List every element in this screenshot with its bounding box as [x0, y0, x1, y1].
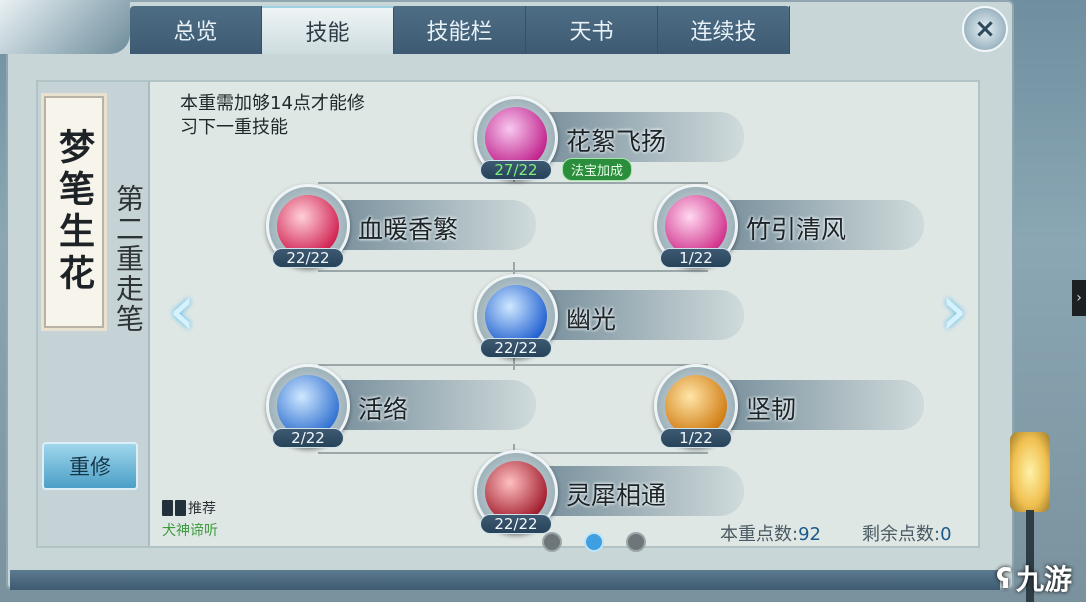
page-indicator — [542, 532, 646, 552]
book-icon — [162, 500, 186, 516]
skill-node[interactable]: 竹引清风 1/22 — [654, 184, 954, 268]
next-page-arrow[interactable]: › — [932, 270, 976, 350]
reset-button[interactable]: 重修 — [42, 442, 138, 490]
tab-skills[interactable]: 技能 — [262, 6, 394, 54]
tab-bar: 总览 技能 技能栏 天书 连续技 — [130, 6, 790, 54]
watermark-logo-icon: ʕ — [996, 561, 1013, 595]
skill-level: 22/22 — [480, 514, 552, 534]
skill-name: 竹引清风 — [746, 215, 847, 244]
skill-level: 2/22 — [272, 428, 344, 448]
skill-node[interactable]: 花絮飞扬 27/22 法宝加成 — [474, 96, 774, 181]
tier-points: 本重点数:92 — [720, 520, 821, 546]
page-dot[interactable] — [542, 532, 562, 552]
remaining-points-label: 剩余点数: — [862, 524, 941, 545]
side-drawer-handle[interactable]: › — [1072, 280, 1086, 316]
recommend-text: 推荐 — [188, 501, 216, 517]
skill-node[interactable]: 坚韧 1/22 — [654, 364, 954, 448]
skill-name: 花絮飞扬 — [566, 127, 667, 156]
skill-node[interactable]: 幽光 22/22 — [474, 274, 774, 358]
skill-level: 22/22 — [272, 248, 344, 268]
recommend-label[interactable]: 推荐 — [162, 498, 216, 518]
requirement-text: 本重需加够14点才能修习下一重技能 — [180, 93, 365, 138]
tier-points-label: 本重点数: — [720, 524, 799, 545]
close-button[interactable]: × — [962, 6, 1008, 52]
skill-node[interactable]: 活络 2/22 — [266, 364, 566, 448]
tab-overview[interactable]: 总览 — [130, 6, 262, 54]
window-bottom-edge — [10, 570, 1000, 590]
tab-skill-bar[interactable]: 技能栏 — [394, 6, 526, 54]
skill-name: 坚韧 — [746, 395, 797, 424]
skill-level: 27/22 — [480, 160, 552, 180]
tier-title: 第二重走笔 — [112, 184, 145, 334]
site-watermark: ʕ 九游 — [996, 558, 1072, 598]
remaining-points: 剩余点数:0 — [862, 520, 952, 546]
skill-name: 幽光 — [566, 305, 617, 334]
lantern-decoration — [1010, 432, 1050, 512]
tab-combo-skills[interactable]: 连续技 — [658, 6, 790, 54]
school-title: 梦笔生花 — [53, 128, 95, 296]
school-scroll: 梦笔生花 — [44, 96, 104, 328]
skill-node[interactable]: 血暖香繁 22/22 — [266, 184, 566, 268]
remaining-points-value: 0 — [940, 524, 952, 545]
skill-level: 1/22 — [660, 428, 732, 448]
artifact-bonus-badge: 法宝加成 — [562, 158, 633, 181]
tab-heavenly-book[interactable]: 天书 — [526, 6, 658, 54]
close-icon: × — [974, 14, 996, 44]
window-corner-ornament — [0, 0, 130, 54]
page-dot[interactable] — [626, 532, 646, 552]
tier-points-value: 92 — [798, 524, 821, 545]
skill-name: 灵犀相通 — [566, 481, 667, 510]
skill-level: 22/22 — [480, 338, 552, 358]
recommend-value[interactable]: 犬神谛听 — [162, 520, 218, 540]
skill-name: 活络 — [358, 395, 409, 424]
skill-level: 1/22 — [660, 248, 732, 268]
prev-page-arrow[interactable]: ‹ — [160, 270, 204, 350]
watermark-text: 九游 — [1016, 563, 1073, 596]
page-dot-active[interactable] — [584, 532, 604, 552]
skill-name: 血暖香繁 — [358, 215, 459, 244]
